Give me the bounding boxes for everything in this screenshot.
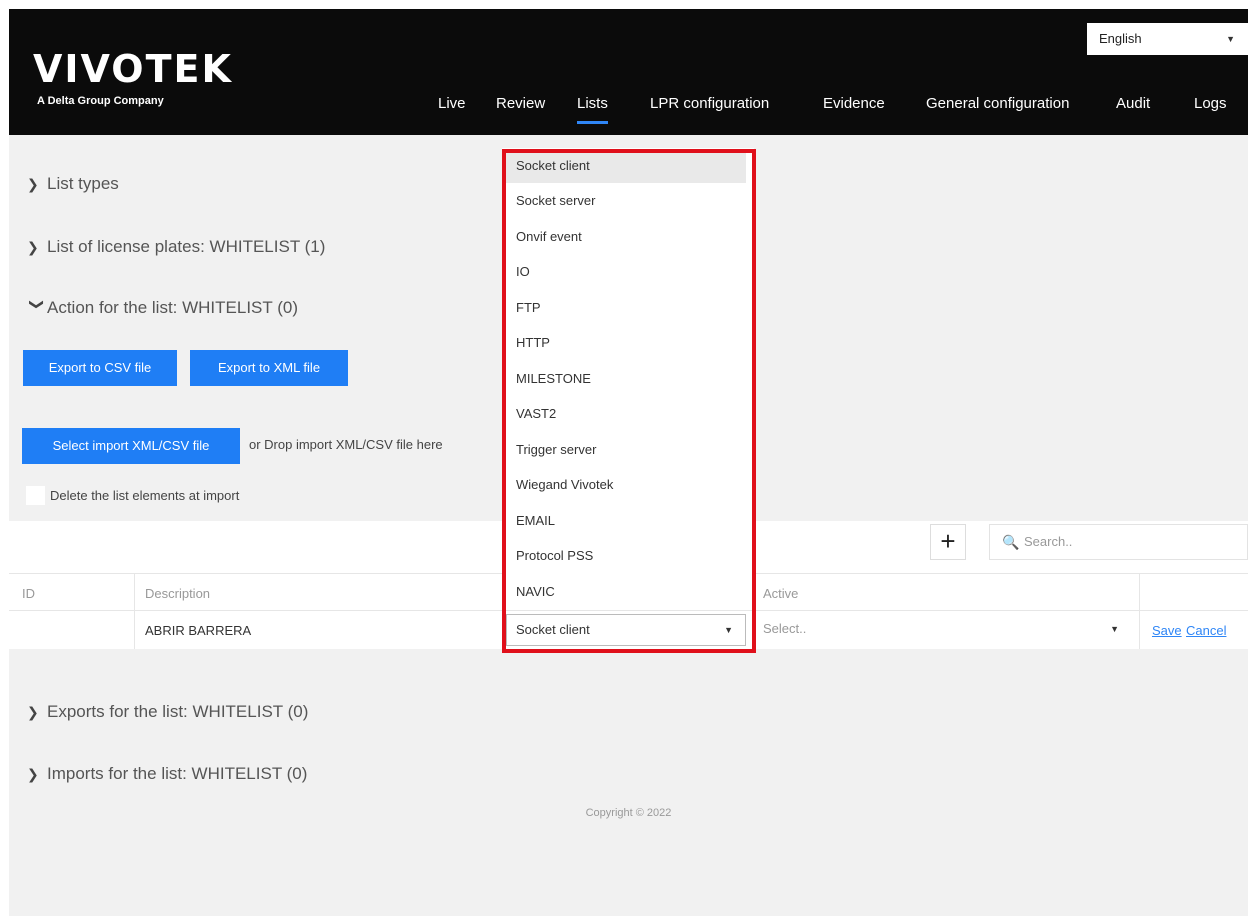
row-description: ABRIR BARRERA: [145, 623, 252, 638]
chevron-right-icon: ❯: [27, 239, 39, 255]
section-title: Exports for the list: WHITELIST (0): [47, 702, 309, 721]
search-input[interactable]: 🔍 Search..: [989, 524, 1248, 560]
plus-icon: +: [940, 526, 956, 556]
dropdown-option[interactable]: FTP: [502, 291, 746, 325]
top-bar: VIVOTEK A Delta Group Company English ▼ …: [9, 9, 1248, 135]
cancel-link[interactable]: Cancel: [1186, 623, 1226, 638]
nav-lists[interactable]: Lists: [577, 95, 608, 124]
chevron-right-icon: ❯: [27, 704, 39, 720]
logo-tagline: A Delta Group Company: [37, 95, 164, 107]
select-import-button[interactable]: Select import XML/CSV file: [22, 428, 240, 464]
section-title: List types: [47, 174, 119, 193]
language-value: English: [1099, 31, 1142, 46]
section-license-plates[interactable]: ❯ List of license plates: WHITELIST (1): [27, 237, 325, 257]
search-placeholder: Search..: [1024, 534, 1073, 549]
header-description: Description: [145, 586, 211, 601]
chevron-right-icon: ❯: [27, 766, 39, 782]
app-window: VIVOTEK A Delta Group Company English ▼ …: [9, 9, 1248, 916]
chevron-down-icon: ▼: [724, 625, 733, 635]
delete-elements-label: Delete the list elements at import: [50, 488, 240, 503]
drop-zone-text[interactable]: or Drop import XML/CSV file here: [249, 437, 443, 452]
dropdown-option[interactable]: Socket server: [502, 184, 746, 218]
add-row-button[interactable]: +: [930, 524, 966, 560]
section-list-types[interactable]: ❯ List types: [27, 174, 119, 194]
dropdown-option[interactable]: IO: [502, 255, 746, 289]
chevron-down-icon: ▼: [1110, 624, 1119, 634]
dropdown-option[interactable]: Wiegand Vivotek: [502, 468, 746, 502]
copyright: Copyright © 2022: [585, 807, 672, 819]
dropdown-option[interactable]: HTTP: [502, 326, 746, 360]
dropdown-option[interactable]: NAVIC: [502, 575, 746, 609]
dropdown-option[interactable]: MILESTONE: [502, 362, 746, 396]
action-type-select[interactable]: Socket client ▼: [506, 614, 746, 646]
dropdown-option[interactable]: Protocol PSS: [502, 539, 746, 573]
action-type-value: Socket client: [516, 622, 590, 637]
nav-review[interactable]: Review: [496, 95, 545, 112]
active-select[interactable]: Select.. ▼: [755, 614, 1131, 646]
header-active: Active: [763, 586, 799, 601]
active-placeholder: Select..: [763, 621, 807, 636]
dropdown-option[interactable]: Onvif event: [502, 220, 746, 254]
nav-audit[interactable]: Audit: [1116, 95, 1150, 112]
header-id: ID: [22, 586, 35, 601]
section-title: Action for the list: WHITELIST (0): [47, 298, 298, 317]
section-title: List of license plates: WHITELIST (1): [47, 237, 326, 256]
section-exports[interactable]: ❯ Exports for the list: WHITELIST (0): [27, 702, 308, 722]
dropdown-option[interactable]: EMAIL: [502, 504, 746, 538]
nav-logs[interactable]: Logs: [1194, 95, 1227, 112]
dropdown-option[interactable]: VAST2: [502, 397, 746, 431]
dropdown-option[interactable]: Trigger server: [502, 433, 746, 467]
nav-evidence[interactable]: Evidence: [823, 95, 885, 112]
chevron-down-icon: ❯: [29, 298, 46, 311]
action-type-dropdown-list: Socket client Socket server Onvif event …: [502, 148, 754, 610]
vivotek-logo: VIVOTEK: [33, 47, 233, 91]
column-divider: [1139, 574, 1140, 649]
nav-lpr-configuration[interactable]: LPR configuration: [650, 95, 769, 112]
save-link[interactable]: Save: [1152, 623, 1182, 638]
column-divider: [134, 574, 135, 649]
dropdown-option[interactable]: Socket client: [502, 149, 746, 183]
section-title: Imports for the list: WHITELIST (0): [47, 764, 308, 783]
export-xml-button[interactable]: Export to XML file: [190, 350, 348, 386]
language-select[interactable]: English ▼: [1087, 23, 1248, 55]
nav-live[interactable]: Live: [438, 95, 466, 112]
nav-general-configuration[interactable]: General configuration: [926, 95, 1069, 112]
export-csv-button[interactable]: Export to CSV file: [23, 350, 177, 386]
chevron-down-icon: ▼: [1226, 34, 1235, 44]
section-imports[interactable]: ❯ Imports for the list: WHITELIST (0): [27, 764, 307, 784]
chevron-right-icon: ❯: [27, 176, 39, 192]
delete-elements-checkbox[interactable]: [26, 486, 45, 505]
search-icon: 🔍: [1002, 534, 1020, 550]
section-action[interactable]: ❯Action for the list: WHITELIST (0): [27, 298, 298, 318]
